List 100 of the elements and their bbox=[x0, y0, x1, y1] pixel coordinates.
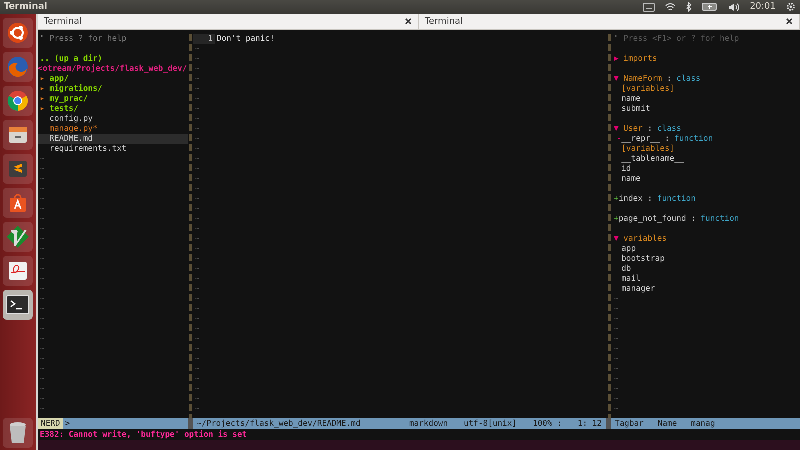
mode-label: NERD bbox=[38, 418, 64, 429]
tag-scope[interactable]: User bbox=[624, 124, 643, 134]
expand-marker[interactable]: ▸ bbox=[40, 74, 50, 84]
tree-file[interactable]: config.py bbox=[50, 114, 93, 124]
tag-scope[interactable]: variables bbox=[624, 234, 667, 244]
fold-marker[interactable]: ▼ bbox=[614, 124, 624, 134]
gear-icon[interactable] bbox=[786, 2, 796, 12]
tree-row[interactable]: README.md bbox=[38, 134, 188, 144]
empty-line-marker: ~ bbox=[40, 324, 45, 334]
tab-label[interactable]: Terminal bbox=[44, 16, 82, 26]
volume-icon[interactable] bbox=[728, 2, 740, 12]
empty-line-marker: ~ bbox=[195, 384, 200, 394]
type-separator: : bbox=[646, 124, 654, 134]
tree-row[interactable]: manage.py* bbox=[38, 124, 188, 134]
terminal-tab[interactable]: Terminal bbox=[419, 14, 800, 29]
tree-file[interactable]: requirements.txt bbox=[50, 144, 127, 154]
tree-row[interactable]: requirements.txt bbox=[38, 144, 188, 154]
tree-row[interactable]: ▸ app/ bbox=[38, 74, 188, 84]
bluetooth-icon[interactable] bbox=[686, 2, 692, 12]
type-separator: : bbox=[664, 134, 671, 144]
tree-folder[interactable]: migrations/ bbox=[50, 84, 103, 94]
tag-group[interactable]: [variables] bbox=[622, 144, 675, 154]
tag-name[interactable]: id bbox=[622, 164, 632, 174]
type-separator: : bbox=[666, 74, 673, 84]
tree-folder[interactable]: tests/ bbox=[50, 104, 79, 114]
tag-type: function bbox=[700, 214, 740, 224]
empty-line-marker: ~ bbox=[195, 314, 200, 324]
launcher-item[interactable] bbox=[3, 418, 33, 448]
tag-scope[interactable]: NameForm bbox=[624, 74, 662, 84]
wifi-icon[interactable] bbox=[665, 2, 676, 12]
tag-name[interactable]: bootstrap bbox=[622, 254, 665, 264]
empty-line-marker: ~ bbox=[195, 244, 200, 254]
visibility-marker: + bbox=[614, 214, 619, 224]
tree-file[interactable]: README.md bbox=[50, 134, 93, 144]
empty-line-marker: ~ bbox=[40, 234, 45, 244]
tag-name[interactable]: db bbox=[622, 264, 632, 274]
tree-row[interactable]: config.py bbox=[38, 114, 188, 124]
tree-root-path[interactable]: <otream/Projects/flask_web_dev/ bbox=[38, 64, 188, 74]
empty-line-marker: ~ bbox=[40, 214, 45, 224]
terminal-icon[interactable] bbox=[6, 295, 30, 315]
empty-line-marker: ~ bbox=[195, 44, 200, 54]
close-icon[interactable] bbox=[786, 18, 793, 25]
empty-line-marker: ~ bbox=[40, 174, 45, 184]
tag-scope[interactable]: imports bbox=[624, 54, 658, 64]
empty-line-marker: ~ bbox=[195, 304, 200, 314]
tab-label[interactable]: Terminal bbox=[425, 16, 464, 26]
empty-line-marker: ~ bbox=[614, 364, 619, 374]
empty-line-marker: ~ bbox=[195, 114, 200, 124]
tag-name[interactable]: mail bbox=[622, 274, 641, 284]
empty-line-marker: ~ bbox=[614, 294, 619, 304]
empty-line-marker: ~ bbox=[195, 284, 200, 294]
empty-line-marker: ~ bbox=[40, 164, 45, 174]
visibility-marker: + bbox=[614, 194, 619, 204]
mode-arrow: > bbox=[65, 418, 70, 429]
empty-line-marker: ~ bbox=[195, 174, 200, 184]
empty-line-marker: ~ bbox=[614, 304, 619, 314]
tag-group[interactable]: [variables] bbox=[622, 84, 675, 94]
fold-marker[interactable]: ▼ bbox=[614, 74, 624, 84]
empty-line-marker: ~ bbox=[195, 124, 200, 134]
empty-line-marker: ~ bbox=[614, 384, 619, 394]
keyboard-icon[interactable] bbox=[643, 2, 656, 12]
fold-marker[interactable]: ▼ bbox=[614, 234, 624, 244]
tree-folder[interactable]: app/ bbox=[50, 74, 69, 84]
tag-name[interactable]: name bbox=[622, 174, 641, 184]
empty-line-marker: ~ bbox=[195, 164, 200, 174]
tag-name[interactable]: manager bbox=[622, 284, 656, 294]
terminal-tab[interactable]: Terminal bbox=[38, 14, 419, 29]
tag-name[interactable]: page_not_found bbox=[618, 214, 686, 224]
close-icon[interactable] bbox=[405, 18, 412, 25]
tree-file[interactable]: manage.py* bbox=[50, 124, 98, 134]
tag-name[interactable]: name bbox=[622, 94, 641, 104]
tree-folder[interactable]: my_prac/ bbox=[50, 94, 88, 104]
tag-name[interactable]: app bbox=[622, 244, 636, 254]
empty-line-marker: ~ bbox=[195, 64, 200, 74]
empty-line-marker: ~ bbox=[195, 214, 200, 224]
empty-line-marker: ~ bbox=[614, 374, 619, 384]
fold-marker[interactable]: ▶ bbox=[614, 54, 624, 64]
tag-name[interactable]: __tablename__ bbox=[622, 154, 684, 164]
tag-name[interactable]: index bbox=[618, 194, 643, 204]
empty-line-marker: ~ bbox=[40, 184, 45, 194]
empty-line-marker: ~ bbox=[40, 204, 45, 214]
empty-line-marker: ~ bbox=[195, 344, 200, 354]
expand-marker[interactable]: ▸ bbox=[40, 84, 50, 94]
tree-row[interactable]: ▸ tests/ bbox=[38, 104, 188, 114]
tree-row[interactable]: ▸ migrations/ bbox=[38, 84, 188, 94]
tree-row[interactable]: ▸ my_prac/ bbox=[38, 94, 188, 104]
tag-type: class bbox=[676, 74, 701, 84]
tag-name[interactable]: __repr__ bbox=[622, 134, 660, 144]
cursor-position: 1: 12 bbox=[578, 418, 602, 429]
tag-name[interactable]: submit bbox=[622, 104, 650, 114]
file-path: ~/Projects/flask_web_dev/README.md bbox=[197, 418, 361, 429]
battery-icon[interactable] bbox=[702, 3, 718, 11]
type-separator: : bbox=[646, 194, 654, 204]
trash-icon[interactable] bbox=[8, 421, 28, 445]
expand-marker[interactable]: ▸ bbox=[40, 94, 50, 104]
expand-marker[interactable]: ▸ bbox=[40, 104, 50, 114]
clock[interactable]: 20:01 bbox=[750, 2, 776, 12]
launcher-item[interactable] bbox=[3, 290, 33, 320]
tag-type: function bbox=[674, 134, 714, 144]
parent-dir-link[interactable]: .. (up a dir) bbox=[40, 54, 103, 64]
